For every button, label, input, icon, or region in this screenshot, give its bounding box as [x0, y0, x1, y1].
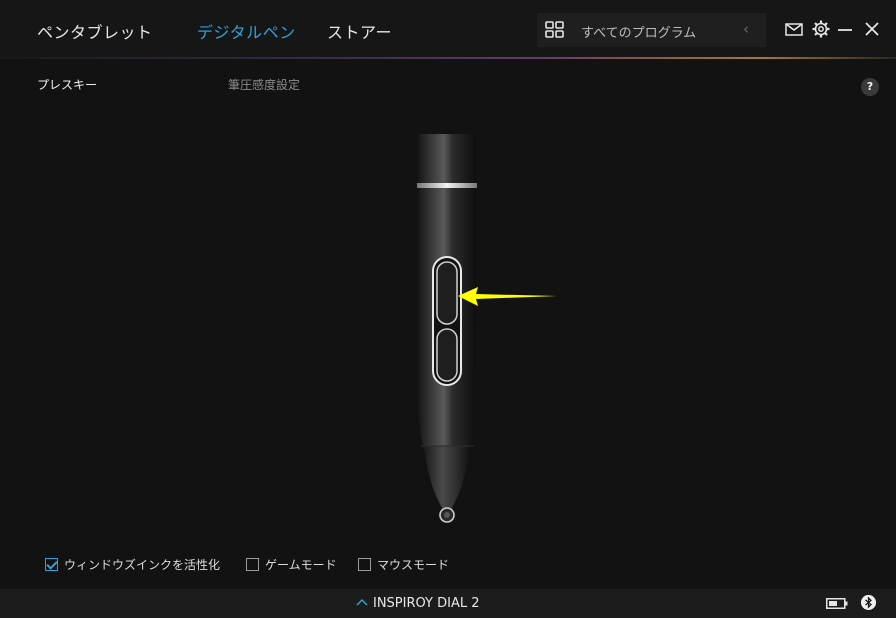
- mouse-mode-checkbox[interactable]: マウスモード: [358, 556, 449, 573]
- checkbox-checked-icon: [45, 558, 58, 571]
- bluetooth-icon: [861, 595, 876, 610]
- windows-ink-label: ウィンドウズインクを活性化: [64, 558, 221, 572]
- header-divider: [0, 57, 896, 59]
- chevron-left-icon[interactable]: ‹: [743, 20, 749, 38]
- pen-tip-cone: [424, 446, 470, 508]
- close-icon[interactable]: [862, 19, 882, 39]
- status-bar: INSPIROY DIAL 2: [0, 589, 896, 618]
- pointer-arrow: [458, 287, 557, 306]
- help-button[interactable]: ?: [861, 78, 879, 96]
- subtab-pressure-sensitivity[interactable]: 筆圧感度設定: [228, 76, 300, 93]
- mail-icon[interactable]: [784, 19, 804, 39]
- game-mode-label: ゲームモード: [265, 558, 337, 572]
- mouse-mode-label: マウスモード: [377, 558, 450, 572]
- program-selector[interactable]: すべてのプログラム ‹: [537, 13, 766, 47]
- device-name: INSPIROY DIAL 2: [373, 596, 480, 611]
- pen-nib: [439, 507, 455, 523]
- tab-pen-tablet[interactable]: ペンタブレット: [37, 19, 153, 43]
- checkbox-icon: [358, 558, 371, 571]
- battery-icon: [826, 598, 848, 609]
- pen-upper-button[interactable]: [436, 261, 458, 325]
- game-mode-checkbox[interactable]: ゲームモード: [246, 556, 337, 573]
- pen-lower-button[interactable]: [436, 328, 458, 382]
- subtab-press-keys[interactable]: プレスキー: [37, 76, 97, 93]
- device-selector[interactable]: INSPIROY DIAL 2: [356, 596, 480, 611]
- sub-tab-bar: プレスキー 筆圧感度設定: [0, 60, 896, 104]
- program-selector-label: すべてのプログラム: [581, 26, 697, 41]
- title-bar: ペンタブレット デジタルペン ストアー すべてのプログラム ‹: [0, 0, 896, 59]
- settings-icon[interactable]: [811, 19, 831, 39]
- checkbox-icon: [246, 558, 259, 571]
- pen-ring: [417, 183, 477, 188]
- minimize-icon[interactable]: [835, 19, 855, 39]
- tab-store[interactable]: ストアー: [327, 19, 392, 43]
- chevron-up-icon: [356, 598, 368, 606]
- tab-digital-pen[interactable]: デジタルペン: [197, 19, 296, 43]
- grid-icon: [545, 21, 564, 38]
- windows-ink-checkbox[interactable]: ウィンドウズインクを活性化: [45, 556, 220, 573]
